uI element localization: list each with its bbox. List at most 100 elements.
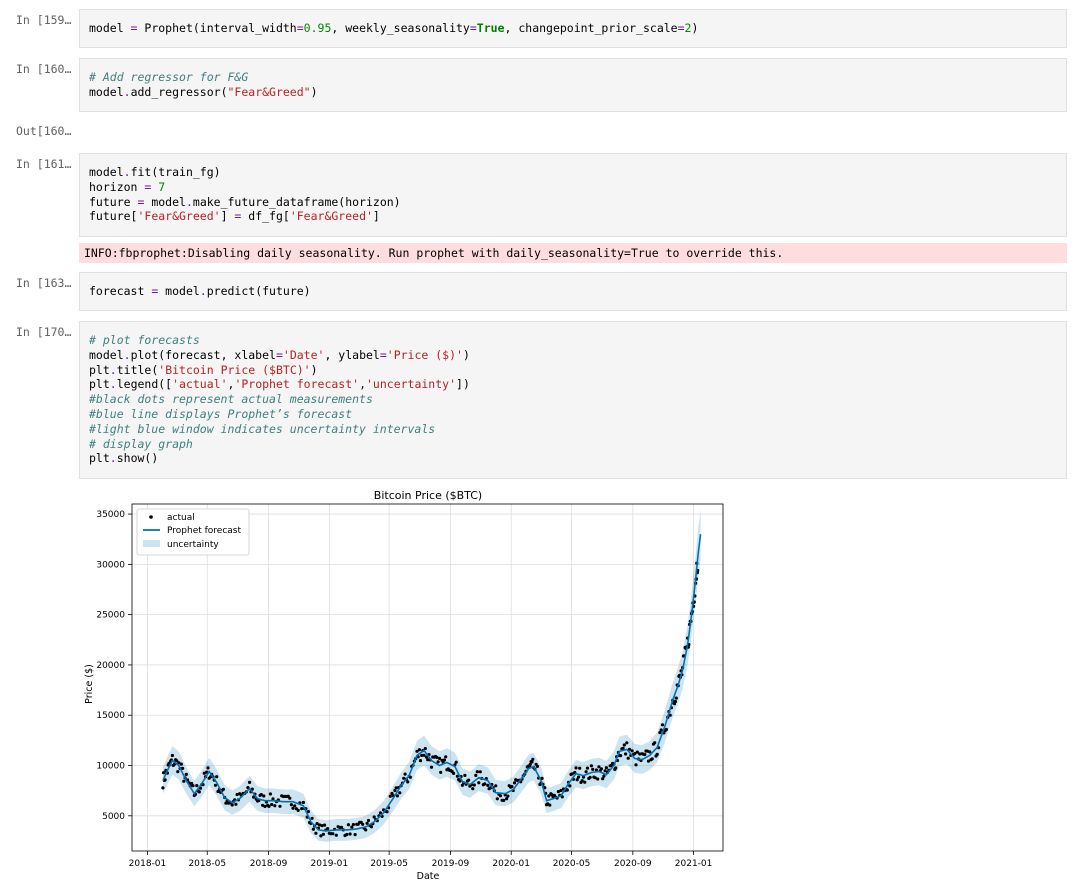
code-line: plt.title('Bitcoin Price ($BTC)') <box>89 363 470 378</box>
actual-point <box>215 775 219 779</box>
actual-point <box>353 833 357 837</box>
x-tick-label: 2021-01 <box>675 859 713 869</box>
actual-point <box>619 754 623 758</box>
actual-point <box>184 772 188 776</box>
actual-point <box>502 798 506 802</box>
actual-point <box>197 790 201 794</box>
y-axis-label: Price ($) <box>84 664 95 704</box>
actual-point <box>584 770 588 774</box>
code-line: #blue line displays Prophet’s forecast <box>89 407 470 422</box>
input-prompt: In [159… <box>16 13 72 27</box>
code-token: model <box>89 21 131 35</box>
code-token: ] <box>372 209 380 224</box>
actual-point <box>437 756 442 760</box>
x-tick-label: 2019-05 <box>370 859 408 869</box>
code-token: add_regressor( <box>130 84 228 99</box>
actual-point <box>574 766 578 770</box>
actual-point <box>531 757 535 761</box>
legend-band-icon <box>143 540 160 547</box>
actual-point <box>278 804 282 808</box>
cell-plot[interactable]: # plot forecasts model.plot(forecast, xla… <box>79 321 1067 479</box>
actual-point <box>548 803 552 807</box>
code-token: model <box>89 84 124 99</box>
code-line: #light blue window indicates uncertainty… <box>89 422 470 437</box>
code-token: #light blue window indicates uncertainty… <box>89 421 436 436</box>
actual-point <box>326 827 330 831</box>
actual-point <box>467 778 471 782</box>
cell-predict[interactable]: forecast = model.predict(future) <box>79 272 1067 311</box>
code-token: . <box>185 194 193 209</box>
code-line: # Add regressor for F&G <box>89 70 318 85</box>
actual-point <box>535 764 539 768</box>
code-line: model.add_regressor("Fear&Greed") <box>89 85 318 100</box>
actual-point <box>653 741 657 745</box>
actual-point <box>300 807 304 811</box>
cell-add-regressor[interactable]: # Add regressor for F&G model.add_regress… <box>79 58 1067 112</box>
actual-point <box>474 773 478 777</box>
code-line: plt.legend(['actual','Prophet forecast',… <box>89 377 470 392</box>
actual-point <box>176 770 180 774</box>
actual-point <box>622 743 626 747</box>
actual-point <box>268 792 272 796</box>
actual-point <box>475 770 479 774</box>
code-token: = <box>296 21 304 35</box>
code-token: . <box>123 347 131 362</box>
code-token: = <box>677 21 685 35</box>
code-token: horizon <box>89 179 145 194</box>
actual-point <box>604 766 609 770</box>
input-prompt: In [170… <box>16 325 72 339</box>
code-token: ] <box>220 209 235 224</box>
actual-point <box>403 772 407 776</box>
code-line: model.plot(forecast, xlabel='Date', ylab… <box>89 348 470 363</box>
y-tick-label: 25000 <box>96 611 125 621</box>
cell-fit-forecast[interactable]: model.fit(train_fg) horizon = 7 future = m… <box>79 153 1067 237</box>
actual-point <box>495 797 499 801</box>
code-token: plt <box>89 451 110 466</box>
actual-point <box>583 780 587 784</box>
code-block: model = Prophet(interval_width=0.95, wee… <box>89 21 698 36</box>
code-token: model <box>89 165 124 179</box>
code-token: True <box>476 21 505 35</box>
code-token: show() <box>116 451 159 466</box>
actual-point <box>660 723 665 727</box>
legend-forecast: Prophet forecast <box>167 526 241 536</box>
cell-prophet-model[interactable]: model = Prophet(interval_width=0.95, wee… <box>79 9 1067 48</box>
code-token: . <box>123 165 131 179</box>
actual-point <box>477 781 481 785</box>
actual-point <box>589 764 593 768</box>
code-block: model.fit(train_fg) horizon = 7 future = m… <box>89 165 401 224</box>
actual-point <box>674 696 678 700</box>
actual-point <box>311 827 315 831</box>
code-token: . <box>109 451 117 466</box>
actual-point <box>221 787 225 791</box>
code-token: = <box>469 21 477 35</box>
actual-point <box>314 831 318 835</box>
actual-point <box>429 765 434 769</box>
actual-point <box>162 771 166 775</box>
actual-point <box>599 767 604 771</box>
actual-point <box>463 773 467 777</box>
actual-point <box>289 803 293 807</box>
actual-point <box>296 808 300 812</box>
stderr-output: INFO:fbprophet:Disabling daily seasonali… <box>79 243 1067 263</box>
code-token: make_future_dataframe(horizon) <box>192 194 401 209</box>
legend: actual Prophet forecast uncertainty <box>136 508 250 556</box>
actual-point <box>191 784 195 788</box>
chart-title: Bitcoin Price ($BTC) <box>374 489 482 502</box>
code-token: = <box>275 347 283 362</box>
axis-ticks: 2018-01 2018-05 2018-09 2019-01 2019-05 2019-… <box>96 510 712 869</box>
y-tick-label: 20000 <box>96 661 125 671</box>
legend-uncertainty: uncertainty <box>167 540 219 550</box>
legend-dot-icon <box>149 515 153 519</box>
actual-point <box>478 770 482 774</box>
actual-point <box>182 779 186 783</box>
code-token: df_fg[ <box>241 209 290 224</box>
y-tick-label: 35000 <box>96 510 125 520</box>
actual-point <box>206 766 210 770</box>
code-token: . <box>109 377 117 392</box>
code-token: 'Fear&Greed' <box>289 209 373 224</box>
actual-point <box>310 816 314 820</box>
actual-point <box>273 804 277 808</box>
actual-point <box>494 784 498 788</box>
x-tick-label: 2018-05 <box>188 859 226 869</box>
